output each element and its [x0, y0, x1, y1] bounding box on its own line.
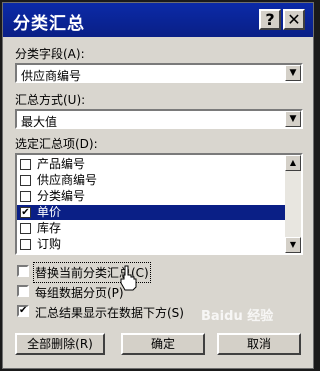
- dialog-title: 分类汇总: [13, 14, 85, 34]
- list-item[interactable]: 订购: [17, 237, 287, 252]
- cancel-button[interactable]: 取消: [217, 333, 301, 355]
- list-item-label: 订购: [37, 237, 62, 251]
- function-dropdown[interactable]: 最大值 ▼: [15, 109, 303, 129]
- page-break-label: 每组数据分页(P): [35, 286, 124, 300]
- function-value: 最大值: [21, 115, 58, 129]
- subtotal-dialog: 分类汇总 ? ✕ 分类字段(A): 供应商编号 ▼ 汇总方式(U): 最大值 ▼…: [2, 2, 314, 369]
- fields-label: 选定汇总项(D):: [15, 137, 98, 151]
- list-item[interactable]: 库存: [17, 221, 287, 236]
- scroll-down-icon[interactable]: ▼: [285, 237, 301, 253]
- close-icon: ✕: [287, 10, 301, 29]
- title-bar[interactable]: 分类汇总 ? ✕: [3, 3, 313, 37]
- list-item-label: 供应商编号: [37, 173, 98, 187]
- help-button[interactable]: ?: [259, 9, 281, 30]
- list-item-label: 分类编号: [37, 189, 86, 203]
- list-item[interactable]: 分类编号: [17, 189, 287, 204]
- remove-all-button[interactable]: 全部删除(R): [15, 333, 105, 355]
- list-item[interactable]: 产品编号: [17, 157, 287, 172]
- list-item-label: 单价: [37, 205, 62, 219]
- list-item-label: 库存: [37, 221, 62, 235]
- checkmark-icon[interactable]: ✔: [17, 305, 29, 317]
- list-item-label: 产品编号: [37, 157, 86, 171]
- checkbox-icon[interactable]: [20, 191, 31, 202]
- replace-current-checkbox[interactable]: [17, 265, 29, 277]
- summary-below-label: 汇总结果显示在数据下方(S): [35, 306, 184, 320]
- chevron-down-icon[interactable]: ▼: [285, 65, 301, 81]
- list-item[interactable]: 供应商编号: [17, 173, 287, 188]
- checkbox-icon[interactable]: [20, 159, 31, 170]
- function-label: 汇总方式(U):: [15, 93, 86, 107]
- checkbox-icon[interactable]: [20, 239, 31, 250]
- close-button[interactable]: ✕: [283, 9, 305, 30]
- help-icon: ?: [265, 10, 275, 29]
- ok-button[interactable]: 确定: [121, 333, 205, 355]
- checkmark-icon[interactable]: ✔: [20, 207, 31, 218]
- checkbox-icon[interactable]: [20, 223, 31, 234]
- scroll-up-icon[interactable]: ▲: [285, 155, 301, 171]
- group-by-label: 分类字段(A):: [15, 47, 85, 61]
- vertical-scrollbar[interactable]: ▲ ▼: [285, 155, 301, 253]
- hand-cursor-icon: [120, 265, 137, 291]
- fields-listbox[interactable]: 产品编号 供应商编号 分类编号 ✔ 单价 库存 订购 ▲ ▼: [15, 153, 303, 255]
- watermark: Baidu 经验: [201, 309, 274, 324]
- page-break-checkbox[interactable]: [17, 285, 29, 297]
- list-item-selected[interactable]: ✔ 单价: [17, 205, 287, 220]
- group-by-value: 供应商编号: [21, 69, 82, 83]
- group-by-dropdown[interactable]: 供应商编号 ▼: [15, 63, 303, 83]
- checkbox-icon[interactable]: [20, 175, 31, 186]
- chevron-down-icon[interactable]: ▼: [285, 111, 301, 127]
